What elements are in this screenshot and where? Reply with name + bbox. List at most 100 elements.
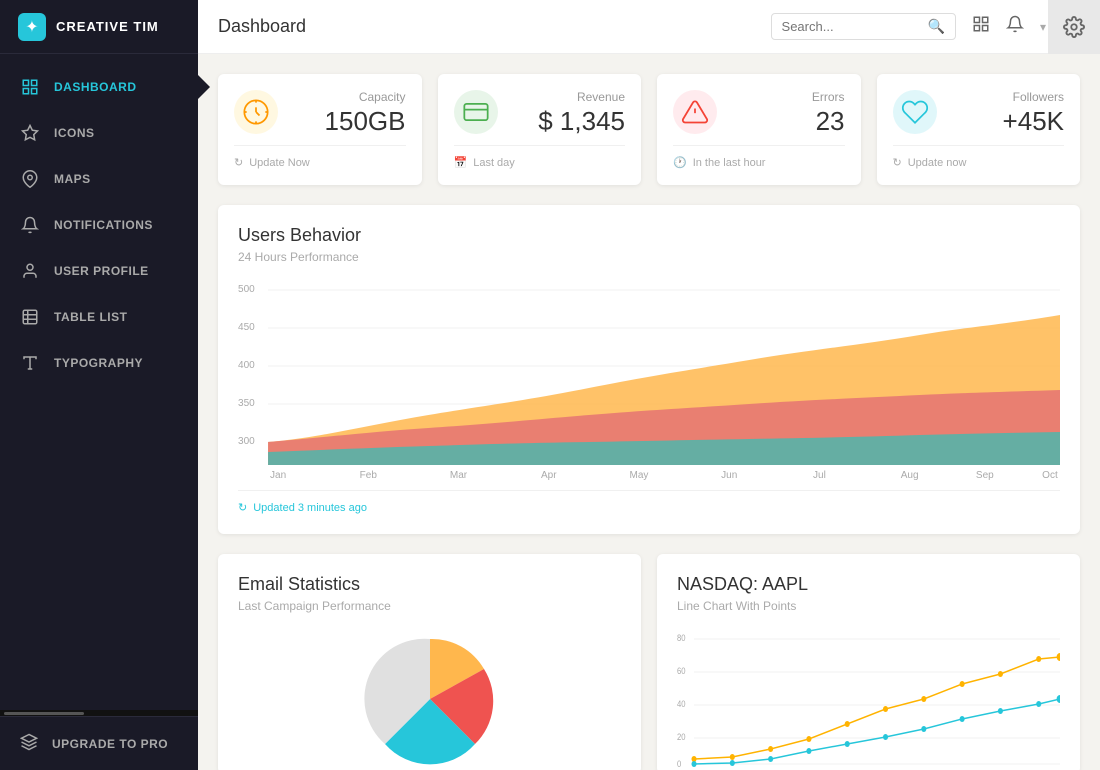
svg-text:300: 300 [238, 436, 255, 447]
followers-label: Followers [1003, 90, 1064, 104]
followers-footer-text: Update now [908, 157, 967, 169]
sidebar-item-maps-label: MAPS [54, 172, 91, 186]
followers-info: Followers +45K [1003, 90, 1064, 137]
revenue-icon [454, 90, 498, 134]
followers-icon [893, 90, 937, 134]
svg-text:60: 60 [677, 665, 686, 676]
capacity-label: Capacity [325, 90, 406, 104]
svg-text:350: 350 [238, 398, 255, 409]
sidebar-nav: DASHBOARD ICONS MAPS NOTIFICATIONS US [0, 54, 198, 710]
capacity-footer-icon: ↻ [234, 156, 243, 169]
errors-info: Errors 23 [812, 90, 845, 137]
followers-footer-icon: ↻ [893, 156, 902, 169]
users-behavior-subtitle: 24 Hours Performance [238, 250, 1060, 264]
stat-card-errors: Errors 23 🕐 In the last hour [657, 74, 861, 185]
pie-chart [238, 629, 621, 769]
svg-text:May: May [630, 470, 649, 480]
errors-footer-icon: 🕐 [673, 156, 687, 169]
sidebar-item-table-list-label: TABLE LIST [54, 310, 127, 324]
typography-icon [20, 353, 40, 373]
search-input[interactable] [782, 19, 922, 34]
upgrade-to-pro[interactable]: UPGRADE TO PRO [20, 733, 178, 754]
svg-text:Mar: Mar [450, 470, 468, 480]
users-behavior-title: Users Behavior [238, 225, 1060, 246]
upgrade-label: UPGRADE TO PRO [52, 737, 168, 751]
sidebar-item-dashboard-label: DASHBOARD [54, 80, 137, 94]
svg-text:450: 450 [238, 322, 255, 333]
sidebar-item-icons-label: ICONS [54, 126, 95, 140]
user-profile-icon [20, 261, 40, 281]
svg-text:Jun: Jun [721, 470, 737, 480]
capacity-footer-text: Update Now [249, 157, 310, 169]
sidebar-logo: ✦ CREATIVE TIM [0, 0, 198, 54]
capacity-info: Capacity 150GB [325, 90, 406, 137]
sidebar: ✦ CREATIVE TIM DASHBOARD ICONS MAPS [0, 0, 198, 770]
sidebar-item-notifications[interactable]: NOTIFICATIONS [0, 202, 198, 248]
users-behavior-footer: ↻ Updated 3 minutes ago [238, 490, 1060, 514]
sidebar-item-typography-label: TYPOGRAPHY [54, 356, 143, 370]
errors-value: 23 [812, 106, 845, 137]
revenue-footer-icon: 📅 [454, 156, 468, 169]
email-statistics-title: Email Statistics [238, 574, 621, 595]
svg-text:Feb: Feb [360, 470, 378, 480]
email-statistics-card: Email Statistics Last Campaign Performan… [218, 554, 641, 770]
nasdaq-title: NASDAQ: AAPL [677, 574, 1060, 595]
search-box[interactable]: 🔍 [771, 13, 956, 40]
logo-icon: ✦ [18, 13, 46, 41]
svg-text:40: 40 [677, 698, 686, 709]
sidebar-item-maps[interactable]: MAPS [0, 156, 198, 202]
sidebar-item-notifications-label: NOTIFICATIONS [54, 218, 153, 232]
sidebar-bottom: UPGRADE TO PRO [0, 716, 198, 770]
svg-text:Oct: Oct [1042, 470, 1058, 480]
icons-icon [20, 123, 40, 143]
svg-text:0: 0 [677, 758, 682, 769]
capacity-icon [234, 90, 278, 134]
errors-footer-text: In the last hour [693, 157, 766, 169]
followers-value: +45K [1003, 106, 1064, 137]
followers-footer: ↻ Update now [893, 145, 1065, 169]
sidebar-item-dashboard[interactable]: DASHBOARD [0, 64, 198, 110]
svg-text:400: 400 [238, 360, 255, 371]
svg-text:Jan: Jan [270, 470, 286, 480]
sidebar-item-user-profile[interactable]: USER PROFILE [0, 248, 198, 294]
revenue-footer: 📅 Last day [454, 145, 626, 169]
sidebar-arrow [198, 75, 210, 99]
svg-text:Jul: Jul [813, 470, 826, 480]
revenue-value: $ 1,345 [538, 106, 625, 137]
revenue-footer-text: Last day [473, 157, 515, 169]
header: Dashboard 🔍 ▾ [198, 0, 1100, 54]
sidebar-item-icons[interactable]: ICONS [0, 110, 198, 156]
stat-cards-row: Capacity 150GB ↻ Update Now Revenue [218, 74, 1080, 185]
svg-text:20: 20 [677, 731, 686, 742]
svg-text:Sep: Sep [976, 470, 994, 480]
sidebar-item-table-list[interactable]: TABLE LIST [0, 294, 198, 340]
dashboard-icon [20, 77, 40, 97]
upgrade-icon [20, 733, 38, 754]
grid-view-button[interactable] [972, 15, 990, 38]
errors-icon [673, 90, 717, 134]
line-chart: 80 60 40 20 0 [677, 629, 1060, 769]
area-chart: 500 450 400 350 300 [238, 280, 1060, 480]
notifications-icon [20, 215, 40, 235]
revenue-label: Revenue [538, 90, 625, 104]
nasdaq-card: NASDAQ: AAPL Line Chart With Points 80 6… [657, 554, 1080, 770]
email-statistics-subtitle: Last Campaign Performance [238, 599, 621, 613]
svg-text:500: 500 [238, 284, 255, 295]
gear-overlay-button[interactable] [1048, 0, 1100, 54]
search-icon: 🔍 [928, 18, 945, 35]
sidebar-item-typography[interactable]: TYPOGRAPHY [0, 340, 198, 386]
logo-text: CREATIVE TIM [56, 19, 159, 34]
capacity-value: 150GB [325, 106, 406, 137]
revenue-info: Revenue $ 1,345 [538, 90, 625, 137]
notifications-bell-button[interactable] [1006, 15, 1024, 38]
errors-footer: 🕐 In the last hour [673, 145, 845, 169]
users-behavior-card: Users Behavior 24 Hours Performance 500 … [218, 205, 1080, 534]
stat-card-capacity: Capacity 150GB ↻ Update Now [218, 74, 422, 185]
chart-footer-text: Updated 3 minutes ago [253, 502, 367, 514]
nasdaq-subtitle: Line Chart With Points [677, 599, 1060, 613]
chevron-down-icon[interactable]: ▾ [1040, 20, 1046, 34]
content-area: Capacity 150GB ↻ Update Now Revenue [198, 54, 1100, 770]
errors-label: Errors [812, 90, 845, 104]
svg-text:Apr: Apr [541, 470, 557, 480]
page-title: Dashboard [218, 16, 755, 37]
